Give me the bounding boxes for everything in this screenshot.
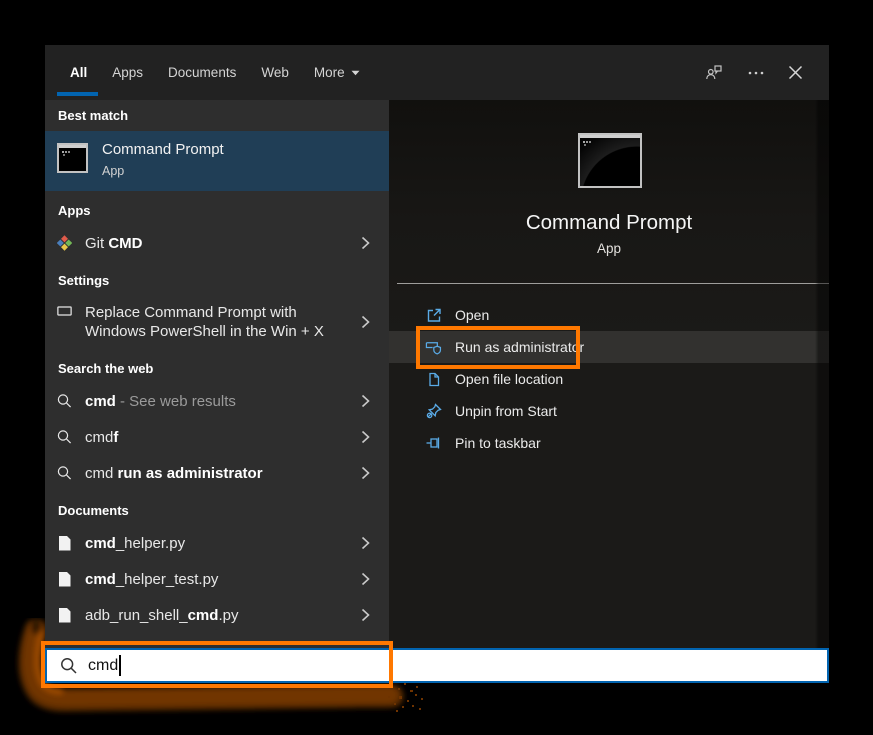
section-header-documents: Documents (58, 503, 389, 518)
search-icon (57, 465, 72, 481)
preview-divider (397, 283, 829, 284)
action-label: Open (455, 307, 489, 323)
search-icon (57, 393, 72, 409)
tab-more[interactable]: More (314, 65, 360, 80)
chevron-right-icon[interactable] (361, 394, 370, 408)
action-label: Pin to taskbar (455, 435, 541, 451)
close-icon[interactable] (788, 65, 803, 80)
results-panel: Best match Command Prompt App Apps Git CM… (45, 100, 389, 648)
result-label: cmd_helper_test.py (85, 571, 218, 588)
command-prompt-icon-large (578, 133, 642, 188)
window-icon (57, 305, 72, 317)
tab-apps[interactable]: Apps (112, 65, 143, 80)
result-adb-run-shell-cmd-py[interactable]: adb_run_shell_cmd.py (45, 597, 389, 633)
action-label: Unpin from Start (455, 403, 557, 419)
tab-all[interactable]: All (70, 65, 87, 80)
best-match-title: Command Prompt (102, 141, 224, 158)
pin-icon (425, 434, 443, 452)
action-label: Open file location (455, 371, 563, 387)
result-label: cmd - See web results (85, 393, 236, 410)
best-match-label: Best match (58, 108, 389, 123)
result-git-cmd[interactable]: Git CMD (45, 225, 389, 261)
section-header-search-the-web: Search the web (58, 361, 389, 376)
unpin-icon (425, 402, 443, 420)
result-label: cmd run as administrator (85, 465, 263, 482)
result-cmd-see-web-results[interactable]: cmd - See web results (45, 383, 389, 419)
result-label: cmdf (85, 429, 118, 446)
best-match-result-command-prompt[interactable]: Command Prompt App (45, 131, 389, 191)
tab-label: Documents (168, 65, 236, 80)
annotation-box-search-bar (41, 641, 393, 688)
chevron-right-icon[interactable] (361, 315, 370, 329)
preview-panel: Command Prompt App OpenRun as administra… (389, 100, 829, 648)
result-replace-command-prompt-with-windows-powe[interactable]: Replace Command Prompt with Windows Powe… (45, 295, 389, 349)
chevron-right-icon[interactable] (361, 572, 370, 586)
tab-web[interactable]: Web (261, 65, 289, 80)
chevron-down-icon (351, 70, 360, 76)
search-icon (57, 429, 72, 445)
action-pin-to-taskbar[interactable]: Pin to taskbar (389, 427, 829, 459)
chevron-right-icon[interactable] (361, 536, 370, 550)
open-icon (425, 306, 443, 324)
document-icon (57, 608, 72, 623)
result-label: cmd_helper.py (85, 535, 185, 552)
feedback-icon[interactable] (705, 63, 724, 82)
tab-label: More (314, 65, 345, 80)
section-header-apps: Apps (58, 203, 389, 218)
screenshot-stage: All Apps Documents Web More (0, 0, 873, 735)
result-label: adb_run_shell_cmd.py (85, 607, 238, 624)
chevron-right-icon[interactable] (361, 608, 370, 622)
document-icon (57, 536, 72, 551)
tab-label: Web (261, 65, 289, 80)
chevron-right-icon[interactable] (361, 430, 370, 444)
chevron-right-icon[interactable] (361, 236, 370, 250)
tab-label: Apps (112, 65, 143, 80)
more-options-icon[interactable] (748, 71, 764, 75)
git-icon (57, 235, 72, 251)
active-tab-underline (57, 92, 98, 96)
result-cmdf[interactable]: cmdf (45, 419, 389, 455)
chevron-right-icon[interactable] (361, 466, 370, 480)
tab-documents[interactable]: Documents (168, 65, 236, 80)
result-label: Git CMD (85, 235, 143, 252)
preview-title: Command Prompt (389, 211, 829, 235)
result-label: Replace Command Prompt with Windows Powe… (85, 303, 337, 341)
preview-subtitle: App (389, 241, 829, 256)
section-header-settings: Settings (58, 273, 389, 288)
panel-edge-shade (815, 100, 829, 648)
search-tab-bar: All Apps Documents Web More (45, 45, 829, 100)
result-cmd-helper-py[interactable]: cmd_helper.py (45, 525, 389, 561)
result-cmd-run-as-administrator[interactable]: cmd run as administrator (45, 455, 389, 491)
action-unpin-from-start[interactable]: Unpin from Start (389, 395, 829, 427)
result-cmd-helper-test-py[interactable]: cmd_helper_test.py (45, 561, 389, 597)
document-icon (57, 572, 72, 587)
annotation-box-run-as-administrator (416, 326, 580, 369)
file-location-icon (425, 370, 443, 388)
best-match-subtitle: App (102, 164, 124, 178)
tab-label: All (70, 65, 87, 80)
command-prompt-icon (57, 143, 88, 173)
